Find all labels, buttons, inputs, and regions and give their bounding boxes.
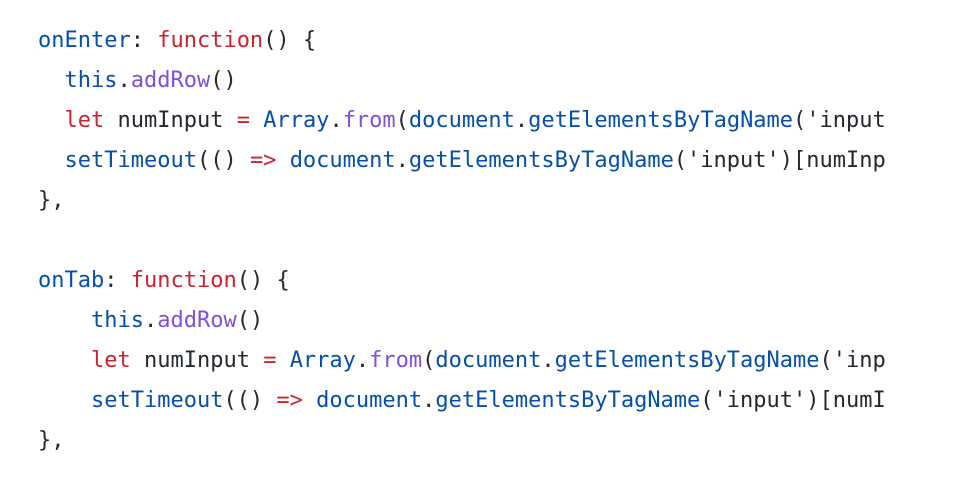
- code-token-property: this: [90, 308, 144, 333]
- code-token-plain: .: [355, 348, 370, 373]
- code-token-method: from: [369, 348, 423, 373]
- code-token-property: getElementsByTagName: [408, 148, 674, 173]
- code-line: onTab: function() {: [38, 261, 964, 301]
- code-token-plain: .: [395, 148, 409, 173]
- code-line: setTimeout(() => document.getElementsByT…: [38, 141, 964, 181]
- code-line: this.addRow(): [38, 61, 964, 101]
- code-token-plain: ('input')[numInp: [673, 148, 886, 173]
- code-token-keyword: function: [157, 28, 264, 53]
- code-token-method: addRow: [130, 68, 211, 93]
- code-token-plain: ('input: [793, 108, 886, 133]
- code-line: this.addRow(): [38, 301, 964, 341]
- code-token-keyword: =: [236, 108, 250, 133]
- code-token-plain: numInput: [130, 348, 264, 373]
- code-token-plain: numInput: [104, 108, 237, 133]
- code-token-property: this: [64, 68, 118, 93]
- code-token-method: addRow: [157, 308, 237, 333]
- code-token-plain: (): [236, 308, 264, 333]
- code-token-plain: .: [143, 308, 158, 333]
- code-lines: onEnter: function() { this.addRow() let …: [0, 0, 964, 461]
- code-token-plain: () {: [236, 268, 290, 293]
- code-line: let numInput = Array.from(document.getEl…: [38, 101, 964, 141]
- code-line: let numInput = Array.from(document.getEl…: [38, 341, 964, 381]
- code-token-property: getElementsByTagName: [528, 108, 794, 133]
- code-token-property: document: [289, 148, 396, 173]
- code-token-property: setTimeout: [90, 388, 224, 413]
- code-token-plain: ((): [223, 388, 277, 413]
- code-token-plain: ('inp: [819, 348, 886, 373]
- code-line: setTimeout(() => document.getElementsByT…: [38, 381, 964, 421]
- code-token-keyword: =>: [249, 148, 277, 173]
- code-token-plain: (): [210, 68, 237, 93]
- code-token-keyword: =>: [276, 388, 303, 413]
- code-token-property: document: [435, 348, 542, 373]
- code-token-plain: (: [422, 348, 436, 373]
- code-line: },: [38, 421, 964, 461]
- code-token-plain: (: [395, 108, 409, 133]
- code-token-property: Array: [263, 108, 330, 133]
- code-token-keyword: =: [263, 348, 277, 373]
- code-token-plain: },: [38, 188, 65, 213]
- code-token-plain: .: [422, 388, 436, 413]
- code-token-plain: },: [38, 428, 65, 453]
- code-block: onEnter: function() { this.addRow() let …: [0, 0, 964, 480]
- code-token-property: getElementsByTagName: [554, 348, 820, 373]
- code-token-property: document: [408, 108, 515, 133]
- code-token-keyword: function: [130, 268, 237, 293]
- code-token-plain: :: [104, 268, 131, 293]
- code-line: onEnter: function() {: [38, 21, 964, 61]
- code-token-keyword: let: [90, 348, 131, 373]
- code-token-plain: .: [514, 108, 529, 133]
- code-token-plain: .: [329, 108, 343, 133]
- code-token-property: setTimeout: [64, 148, 197, 173]
- code-token-plain: ((): [196, 148, 250, 173]
- code-token-method: from: [342, 108, 396, 133]
- code-line: },: [38, 181, 964, 221]
- code-token-plain: ('input')[numI: [700, 388, 886, 413]
- code-token-property: onEnter: [38, 28, 131, 53]
- code-token-plain: .: [117, 68, 131, 93]
- code-token-property: onTab: [38, 268, 105, 293]
- code-token-plain: () {: [263, 28, 317, 53]
- code-token-plain: :: [130, 28, 158, 53]
- code-token-property: Array: [289, 348, 356, 373]
- code-token-keyword: let: [64, 108, 105, 133]
- code-token-property: document: [316, 388, 423, 413]
- code-token-plain: .: [541, 348, 555, 373]
- code-token-property: getElementsByTagName: [435, 388, 701, 413]
